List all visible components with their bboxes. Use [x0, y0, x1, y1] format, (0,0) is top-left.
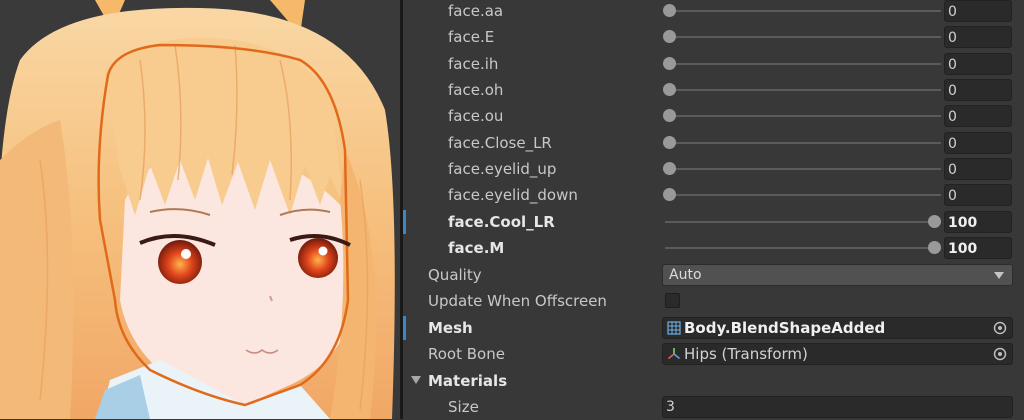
root-bone-value: Hips (Transform) — [684, 345, 808, 363]
blendshape-row: face.eyelid_up 0 — [403, 156, 1024, 182]
slider-track[interactable] — [665, 247, 941, 249]
materials-label: Materials — [428, 372, 508, 390]
blendshape-row: face.eyelid_down 0 — [403, 182, 1024, 208]
blendshape-label: face.Close_LR — [448, 134, 552, 152]
root-bone-row: Root Bone Hips (Transform) — [403, 341, 1024, 367]
slider-track[interactable] — [665, 36, 941, 38]
size-row: Size 3 — [403, 394, 1024, 420]
modified-indicator — [403, 210, 406, 234]
quality-value: Auto — [669, 267, 702, 283]
blendshape-label: face.E — [448, 28, 495, 46]
mesh-row: Mesh Body.BlendShapeAdded — [403, 315, 1024, 341]
slider-thumb[interactable] — [663, 109, 676, 122]
mesh-object-field[interactable]: Body.BlendShapeAdded — [662, 317, 1013, 339]
blendshape-value-field[interactable]: 0 — [944, 158, 1012, 180]
blendshape-row: face.ou 0 — [403, 103, 1024, 129]
slider-track[interactable] — [665, 194, 941, 196]
slider-thumb[interactable] — [928, 241, 941, 254]
slider-track[interactable] — [665, 115, 941, 117]
blendshape-row: face.Close_LR 0 — [403, 130, 1024, 156]
slider-track[interactable] — [665, 63, 941, 65]
update-offscreen-label: Update When Offscreen — [428, 292, 607, 310]
blendshape-value-field[interactable]: 0 — [944, 79, 1012, 101]
blendshape-label: face.oh — [448, 81, 504, 99]
quality-dropdown[interactable]: Auto — [662, 264, 1013, 286]
blendshape-row: face.aa 0 — [403, 0, 1024, 24]
object-picker-icon[interactable] — [993, 321, 1007, 335]
blendshape-value-field[interactable]: 0 — [944, 132, 1012, 154]
transform-axes-icon — [667, 348, 681, 360]
root-bone-object-field[interactable]: Hips (Transform) — [662, 343, 1013, 365]
materials-foldout[interactable]: Materials — [403, 368, 1024, 394]
update-offscreen-checkbox[interactable] — [665, 293, 680, 308]
mesh-value: Body.BlendShapeAdded — [684, 319, 886, 337]
blendshape-label: face.eyelid_down — [448, 186, 578, 204]
size-label: Size — [448, 398, 479, 416]
blendshape-value-field[interactable]: 100 — [944, 237, 1012, 259]
blendshape-label: face.aa — [448, 2, 504, 20]
blendshape-value-field[interactable]: 0 — [944, 184, 1012, 206]
slider-thumb[interactable] — [663, 83, 676, 96]
quality-row: Quality Auto — [403, 262, 1024, 288]
blendshape-row: face.E 0 — [403, 24, 1024, 50]
blendshape-value-field[interactable]: 0 — [944, 0, 1012, 22]
blendshape-label: face.Cool_LR — [448, 213, 555, 231]
blendshape-label: face.eyelid_up — [448, 160, 557, 178]
slider-thumb[interactable] — [663, 136, 676, 149]
quality-label: Quality — [428, 266, 482, 284]
blendshape-label: face.ou — [448, 107, 504, 125]
modified-indicator — [403, 316, 406, 340]
inspector-panel: face.aa 0 face.E 0 face.ih 0 face.oh 0 f… — [403, 0, 1024, 419]
blendshape-label: face.M — [448, 239, 505, 257]
blendshape-row: face.Cool_LR 100 — [403, 209, 1024, 235]
blendshape-value-field[interactable]: 0 — [944, 26, 1012, 48]
mesh-grid-icon — [667, 321, 681, 335]
root-bone-label: Root Bone — [428, 345, 505, 363]
slider-thumb[interactable] — [663, 162, 676, 175]
slider-thumb[interactable] — [663, 30, 676, 43]
blendshape-row: face.M 100 — [403, 235, 1024, 261]
slider-thumb[interactable] — [928, 215, 941, 228]
blendshape-value-field[interactable]: 0 — [944, 53, 1012, 75]
blendshape-value-field[interactable]: 0 — [944, 105, 1012, 127]
blendshape-row: face.ih 0 — [403, 51, 1024, 77]
slider-track[interactable] — [665, 10, 941, 12]
slider-thumb[interactable] — [663, 4, 676, 17]
object-picker-icon[interactable] — [993, 347, 1007, 361]
blendshape-row: face.oh 0 — [403, 77, 1024, 103]
size-field[interactable]: 3 — [662, 396, 1013, 418]
blendshape-label: face.ih — [448, 55, 499, 73]
blendshape-value-field[interactable]: 100 — [944, 211, 1012, 233]
dropdown-arrow-icon — [994, 272, 1004, 279]
slider-track[interactable] — [665, 221, 941, 223]
slider-track[interactable] — [665, 168, 941, 170]
slider-track[interactable] — [665, 89, 941, 91]
avatar-face-render — [0, 0, 400, 419]
mesh-label: Mesh — [428, 319, 473, 337]
scene-viewport[interactable] — [0, 0, 400, 419]
update-offscreen-row: Update When Offscreen — [403, 288, 1024, 314]
slider-thumb[interactable] — [663, 188, 676, 201]
foldout-expanded-icon[interactable] — [411, 376, 421, 384]
slider-thumb[interactable] — [663, 57, 676, 70]
slider-track[interactable] — [665, 142, 941, 144]
